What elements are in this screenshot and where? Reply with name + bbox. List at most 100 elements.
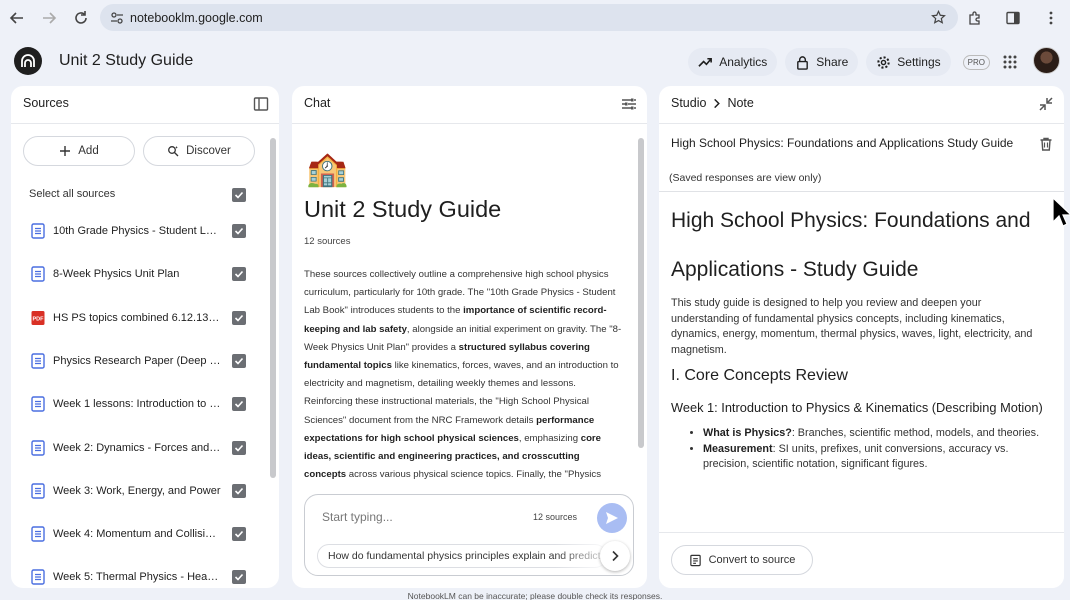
analytics-button[interactable]: Analytics <box>688 48 778 76</box>
trending-up-icon <box>698 57 713 67</box>
tune-icon[interactable] <box>621 96 637 112</box>
breadcrumb-note: Note <box>727 96 754 110</box>
collapse-panel-icon[interactable] <box>253 96 269 112</box>
document-icon <box>31 439 45 456</box>
breadcrumb-studio[interactable]: Studio <box>671 96 706 110</box>
site-settings-icon[interactable] <box>110 11 124 25</box>
more-vertical-icon <box>1049 11 1053 25</box>
convert-to-source-button[interactable]: Convert to source <box>671 545 813 575</box>
settings-button[interactable]: Settings <box>866 48 951 76</box>
chat-input-placeholder[interactable]: Start typing... <box>322 510 393 524</box>
saved-responses-note: (Saved responses are view only) <box>669 172 822 184</box>
source-item[interactable]: PDF HS PS topics combined 6.12.13.pdf <box>11 303 261 333</box>
note-bullet: Measurement: SI units, prefixes, unit co… <box>703 442 1043 473</box>
next-suggestion-button[interactable] <box>600 541 630 571</box>
back-button[interactable] <box>2 3 32 33</box>
sources-scrollbar[interactable] <box>270 138 276 478</box>
convert-label: Convert to source <box>708 554 796 566</box>
notebook-title[interactable]: Unit 2 Study Guide <box>59 52 193 70</box>
studio-footer: Convert to source <box>659 532 1064 588</box>
source-item[interactable]: Week 4: Momentum and Collisions <box>11 519 261 549</box>
side-panel-button[interactable] <box>998 3 1028 33</box>
source-checkbox[interactable] <box>232 267 246 282</box>
source-checkbox[interactable] <box>232 527 246 542</box>
puzzle-icon <box>969 11 980 25</box>
discover-search-icon <box>168 146 179 157</box>
select-all-label: Select all sources <box>29 188 116 200</box>
week-heading: Week 1: Introduction to Physics & Kinema… <box>671 400 1043 415</box>
notebooklm-logo[interactable] <box>14 47 42 75</box>
breadcrumb: Studio Note <box>671 96 754 110</box>
source-checkbox[interactable] <box>232 440 246 455</box>
source-checkbox[interactable] <box>232 353 246 368</box>
note-title[interactable]: High School Physics: Foundations and App… <box>671 136 1021 150</box>
chevron-right-icon <box>714 98 721 108</box>
note-bullet: What is Physics?: Branches, scientific m… <box>703 426 1043 442</box>
share-button[interactable]: Share <box>785 48 859 76</box>
reload-icon <box>75 11 87 24</box>
pro-badge: PRO <box>962 54 990 70</box>
arrow-left-icon <box>9 12 23 24</box>
source-checkbox[interactable] <box>232 483 246 498</box>
note-intro: This study guide is designed to help you… <box>671 297 1033 356</box>
reload-button[interactable] <box>66 3 96 33</box>
browser-toolbar: notebooklm.google.com <box>0 0 1070 36</box>
address-bar[interactable]: notebooklm.google.com <box>100 4 958 31</box>
source-label: 8-Week Physics Unit Plan <box>53 268 180 281</box>
source-item[interactable]: Week 3: Work, Energy, and Power <box>11 476 261 506</box>
add-source-button[interactable]: Add <box>23 136 135 166</box>
discover-button[interactable]: Discover <box>143 136 255 166</box>
forward-button[interactable] <box>34 3 64 33</box>
source-item[interactable]: Physics Research Paper (Deep Research) <box>11 346 261 376</box>
browser-actions <box>952 3 1066 33</box>
analytics-label: Analytics <box>719 55 768 69</box>
document-icon <box>31 396 45 412</box>
source-item[interactable]: Week 5: Thermal Physics - Heat and Tempe… <box>11 562 261 588</box>
source-label: 10th Grade Physics - Student Lab Book <box>53 225 221 237</box>
chat-notebook-heading: Unit 2 Study Guide <box>304 196 502 222</box>
source-item[interactable]: 10th Grade Physics - Student Lab Book <box>11 216 261 246</box>
input-source-count: 12 sources <box>533 512 578 522</box>
gear-icon <box>877 55 890 69</box>
send-button[interactable] <box>597 503 627 533</box>
source-item[interactable]: Week 2: Dynamics - Forces and Motion <box>11 433 261 463</box>
avatar[interactable] <box>1033 47 1060 74</box>
share-label: Share <box>816 55 849 69</box>
pdf-file-icon: PDF <box>31 310 45 326</box>
convert-icon <box>689 554 701 566</box>
notebook-summary: These sources collectively outline a com… <box>304 266 622 488</box>
select-all-checkbox[interactable] <box>232 188 246 202</box>
apps-grid-icon[interactable] <box>1002 54 1018 70</box>
chat-input-box[interactable]: Start typing... 12 sources How do fundam… <box>304 494 634 576</box>
source-checkbox[interactable] <box>232 310 246 325</box>
chat-source-count: 12 sources <box>304 236 351 247</box>
source-checkbox[interactable] <box>232 224 246 238</box>
source-checkbox[interactable] <box>232 397 246 412</box>
lock-icon <box>797 55 809 70</box>
extensions-button[interactable] <box>960 3 990 33</box>
document-icon <box>31 569 45 586</box>
disclaimer: NotebookLM can be inaccurate; please dou… <box>407 591 663 600</box>
source-item[interactable]: Week 1 lessons: Introduction to Physics <box>11 389 261 419</box>
source-label: Week 1 lessons: Introduction to Physics <box>53 398 221 411</box>
discover-label: Discover <box>186 145 231 157</box>
bullet-term: Measurement <box>703 442 773 455</box>
note-content: High School Physics: Foundations and App… <box>671 196 1043 532</box>
trash-icon[interactable] <box>1038 136 1054 152</box>
add-label: Add <box>78 145 99 157</box>
chevron-right-icon <box>612 550 619 562</box>
note-heading: High School Physics: Foundations and App… <box>671 209 1031 281</box>
bookmark-star-icon[interactable] <box>931 10 946 25</box>
source-item[interactable]: 8-Week Physics Unit Plan <box>11 259 261 289</box>
source-checkbox[interactable] <box>232 570 246 585</box>
sources-panel: Sources Add Discover Select all sources … <box>11 86 279 588</box>
settings-label: Settings <box>897 55 941 69</box>
bullet-text: : Branches, scientific method, models, a… <box>791 427 1040 439</box>
chat-scrollbar[interactable] <box>638 138 644 448</box>
logo-icon <box>21 54 35 67</box>
document-icon <box>31 483 45 499</box>
collapse-icon[interactable] <box>1038 96 1054 112</box>
checkmark-icon <box>234 191 244 199</box>
browser-menu-button[interactable] <box>1036 3 1066 33</box>
studio-panel: Studio Note High School Physics: Foundat… <box>659 86 1064 588</box>
